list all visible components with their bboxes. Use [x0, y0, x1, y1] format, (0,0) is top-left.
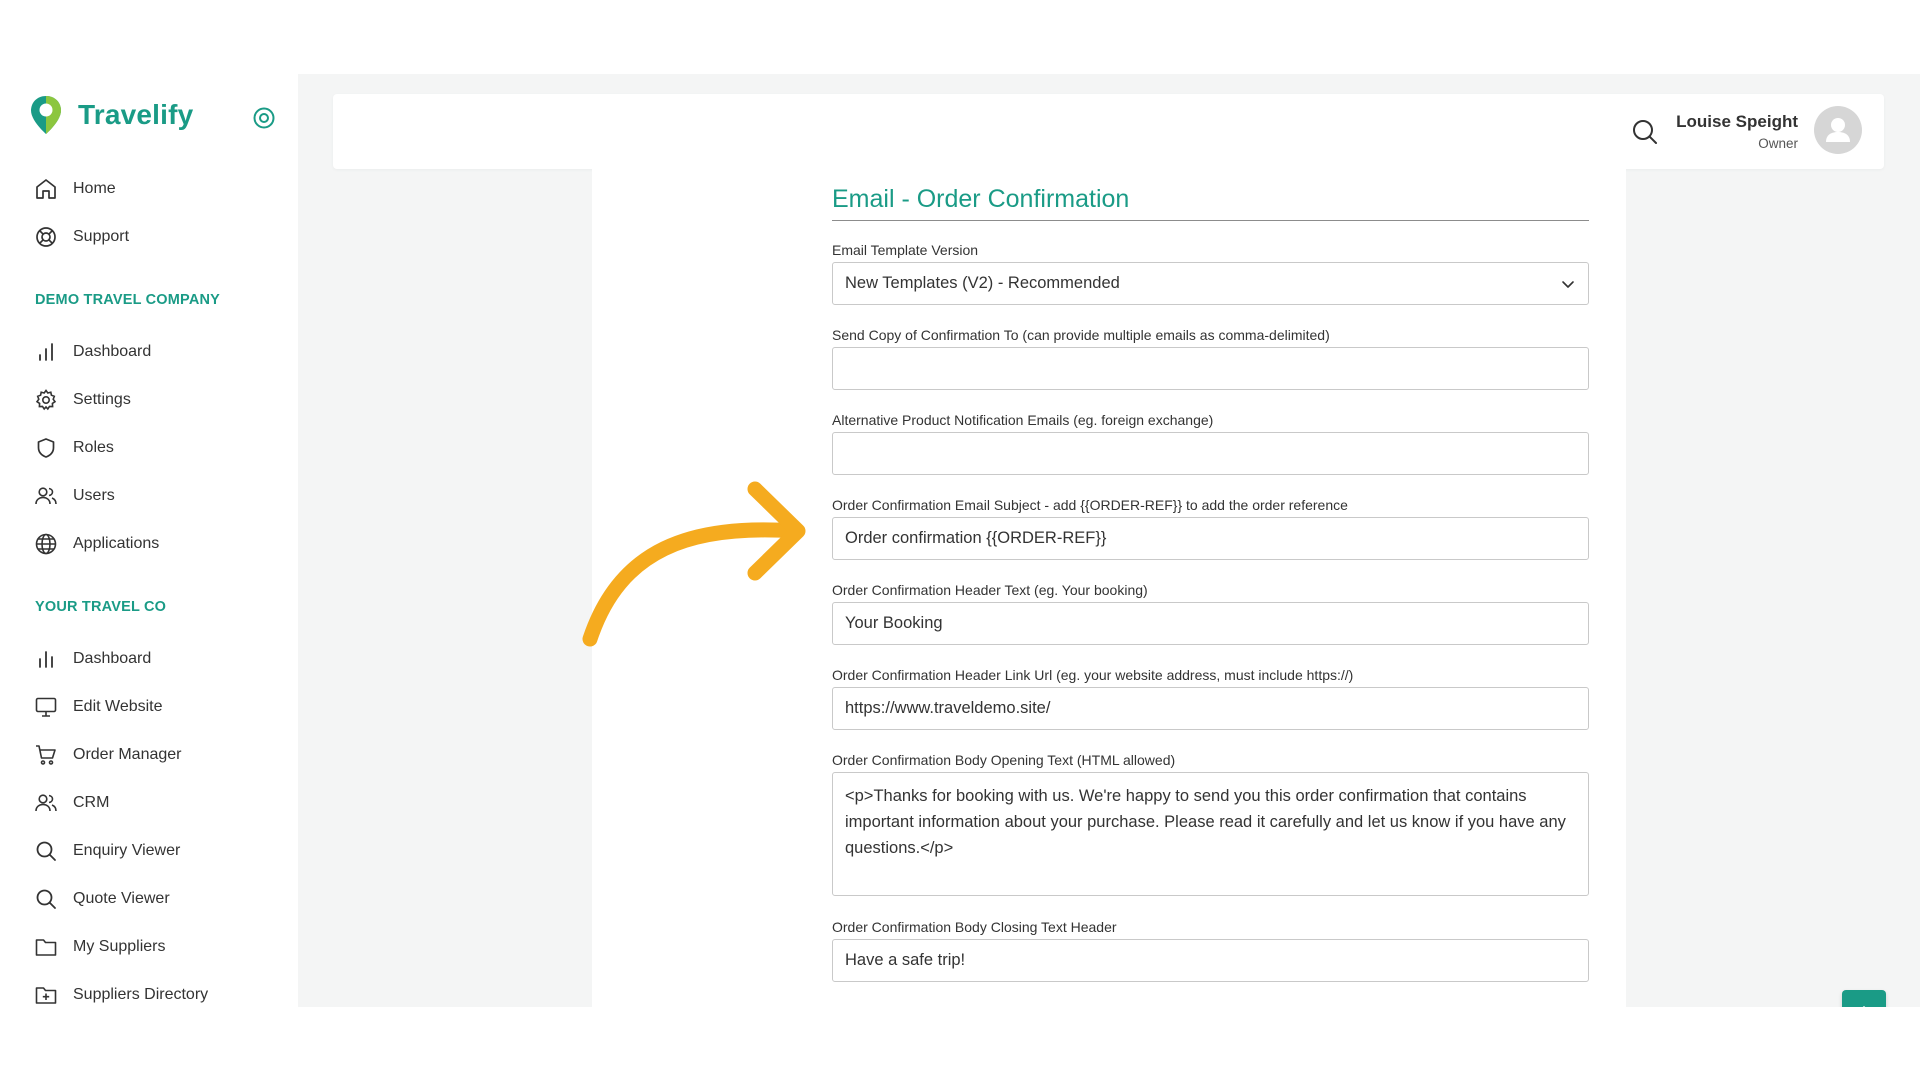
users-icon	[35, 487, 57, 505]
globe-icon	[35, 533, 57, 555]
app-frame: Travelify Home Support DEMO TRAVEL COMPA…	[0, 74, 1920, 1007]
alt-notification-label: Alternative Product Notification Emails …	[832, 412, 1214, 428]
user-role: Owner	[1758, 136, 1798, 151]
sidebar-item-edit-website[interactable]: Edit Website	[34, 692, 163, 722]
brand-logo[interactable]: Travelify	[28, 94, 193, 136]
home-icon	[36, 179, 56, 199]
support-icon	[36, 227, 56, 247]
users-icon	[35, 794, 57, 812]
folder-plus-icon	[35, 987, 57, 1004]
gear-icon	[35, 389, 57, 411]
folder-icon	[35, 939, 57, 956]
scroll-to-top-button[interactable]	[1842, 990, 1886, 1007]
page-title: Email - Order Confirmation	[832, 185, 1130, 213]
send-copy-input[interactable]	[832, 347, 1589, 390]
user-name[interactable]: Louise Speight	[1676, 112, 1798, 132]
chevron-down-icon	[1562, 280, 1574, 288]
sidebar-item-support[interactable]: Support	[34, 222, 129, 252]
header-text-label: Order Confirmation Header Text (eg. Your…	[832, 582, 1148, 598]
top-header: Louise Speight Owner	[333, 94, 1884, 169]
bar-chart-icon	[39, 651, 53, 668]
sidebar-item-enquiry-viewer[interactable]: Enquiry Viewer	[34, 836, 180, 866]
sidebar-item-dashboard-2[interactable]: Dashboard	[34, 644, 151, 674]
sidebar-item-my-suppliers[interactable]: My Suppliers	[34, 932, 165, 962]
sidebar-item-settings[interactable]: Settings	[34, 385, 131, 415]
arrow-up-icon	[1862, 1006, 1866, 1007]
alt-notification-input[interactable]	[832, 432, 1589, 475]
closing-header-input[interactable]: Have a safe trip!	[832, 939, 1589, 982]
avatar[interactable]	[1814, 106, 1862, 154]
email-subject-label: Order Confirmation Email Subject - add {…	[832, 497, 1348, 513]
section-title-demo-travel-company: DEMO TRAVEL COMPANY	[35, 292, 221, 308]
sidebar-item-applications[interactable]: Applications	[34, 529, 159, 559]
title-divider	[832, 220, 1589, 221]
monitor-icon	[35, 697, 57, 717]
sidebar-item-suppliers-directory[interactable]: Suppliers Directory	[34, 980, 208, 1007]
user-icon	[1826, 118, 1850, 142]
sidebar-item-users[interactable]: Users	[34, 481, 115, 511]
search-icon[interactable]	[1631, 118, 1659, 146]
closing-header-label: Order Confirmation Body Closing Text Hea…	[832, 919, 1117, 935]
send-copy-label: Send Copy of Confirmation To (can provid…	[832, 327, 1330, 343]
sidebar-item-order-manager[interactable]: Order Manager	[34, 740, 182, 770]
search-icon	[36, 889, 56, 909]
bar-chart-icon	[39, 343, 53, 361]
shield-icon	[37, 438, 55, 458]
brand-name: Travelify	[78, 99, 194, 130]
sidebar-item-dashboard[interactable]: Dashboard	[34, 337, 151, 367]
template-version-label: Email Template Version	[832, 242, 979, 258]
header-link-label: Order Confirmation Header Link Url (eg. …	[832, 667, 1354, 683]
sidebar-item-home[interactable]: Home	[34, 174, 116, 204]
sidebar-item-roles[interactable]: Roles	[34, 433, 114, 463]
sidebar-item-crm[interactable]: CRM	[34, 788, 109, 818]
body-opening-textarea[interactable]: <p>Thanks for booking with us. We're hap…	[832, 772, 1589, 896]
email-subject-input[interactable]: Order confirmation {{ORDER-REF}}	[832, 517, 1589, 560]
cart-icon	[36, 745, 56, 765]
template-version-value: New Templates (V2) - Recommended	[845, 274, 1120, 292]
sidebar-toggle-icon[interactable]	[252, 106, 276, 130]
location-pin-icon	[31, 96, 61, 134]
section-title-your-travel-co: YOUR TRAVEL CO	[35, 599, 167, 615]
sidebar: Travelify Home Support DEMO TRAVEL COMPA…	[0, 74, 298, 1007]
sidebar-item-quote-viewer[interactable]: Quote Viewer	[34, 884, 170, 914]
search-icon	[36, 841, 56, 861]
template-version-select[interactable]: New Templates (V2) - Recommended	[832, 262, 1589, 305]
header-text-input[interactable]: Your Booking	[832, 602, 1589, 645]
annotation-arrow-icon	[582, 481, 806, 647]
body-opening-label: Order Confirmation Body Opening Text (HT…	[832, 752, 1176, 768]
header-link-input[interactable]: https://www.traveldemo.site/	[832, 687, 1589, 730]
